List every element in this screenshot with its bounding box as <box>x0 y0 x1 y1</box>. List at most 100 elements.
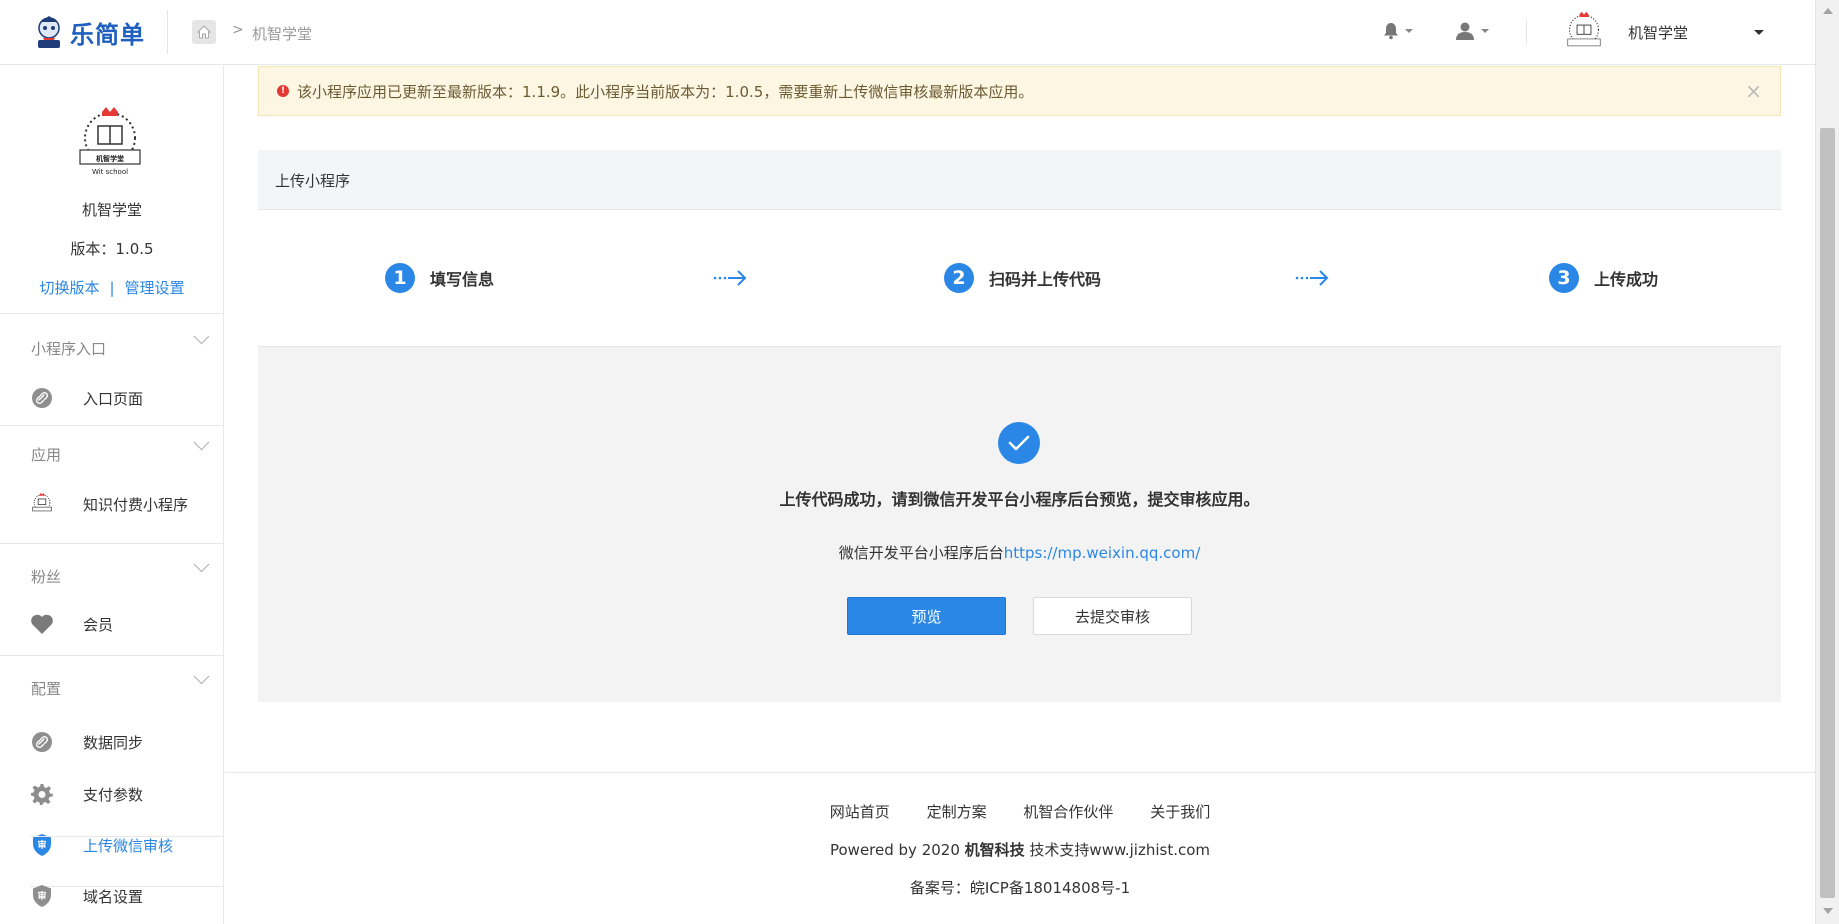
heart-icon <box>30 612 54 636</box>
sidebar-item-upload-wechat-review[interactable]: 审 上传微信审核 <box>30 823 224 867</box>
footer-icp: 备案号：皖ICP备18014808号-1 <box>909 879 1131 897</box>
sidebar-item-data-sync[interactable]: 数据同步 <box>30 720 224 764</box>
upload-result-panel: 上传代码成功，请到微信开发平台小程序后台预览，提交审核应用。 微信开发平台小程序… <box>258 347 1781 702</box>
step-arrow-icon <box>713 270 747 286</box>
home-icon <box>196 25 212 39</box>
alert-icon: ! <box>277 85 289 97</box>
close-icon[interactable]: × <box>1745 79 1762 103</box>
panel-header: 上传小程序 <box>258 150 1781 210</box>
breadcrumb-separator: > <box>232 22 244 38</box>
notifications-dropdown[interactable] <box>1383 22 1413 40</box>
step-scan-upload: 2 扫码并上传代码 <box>944 263 1101 293</box>
upload-steps: 1 填写信息 2 扫码并上传代码 3 上传成功 <box>258 210 1781 347</box>
sidebar-app-version: 版本：1.0.5 <box>70 240 154 258</box>
sidebar-item-knowledge-app[interactable]: 知识付费小程序 <box>30 482 224 526</box>
link-icon <box>30 386 54 410</box>
account-name: 机智学堂 <box>1628 23 1689 42</box>
emblem-caption: 机智学堂 <box>96 154 124 163</box>
sidebar-links: 切换版本 | 管理设置 <box>0 277 224 298</box>
footer-link-custom-plan[interactable]: 定制方案 <box>927 803 987 821</box>
switch-version-link[interactable]: 切换版本 <box>39 279 99 297</box>
preview-button[interactable]: 预览 <box>847 597 1006 635</box>
home-button[interactable] <box>192 20 216 44</box>
sidebar-group-title[interactable]: 粉丝 <box>31 566 61 587</box>
sidebar-divider <box>30 836 224 837</box>
step-number: 2 <box>944 263 974 293</box>
step-upload-success: 3 上传成功 <box>1549 263 1658 293</box>
gear-icon <box>30 782 54 806</box>
wechat-backend-link[interactable]: https://mp.weixin.qq.com/ <box>1004 544 1201 562</box>
chevron-down-icon[interactable] <box>193 668 210 685</box>
sidebar-item-members[interactable]: 会员 <box>30 602 224 646</box>
sidebar-item-payment-params[interactable]: 支付参数 <box>30 772 224 816</box>
shield-icon: 审 <box>30 884 54 908</box>
chevron-down-icon[interactable] <box>193 556 210 573</box>
powered-prefix: Powered by 2020 <box>829 841 965 859</box>
sidebar-item-label: 支付参数 <box>83 785 144 804</box>
scroll-up-icon[interactable] <box>1823 8 1833 14</box>
sidebar-item-domain-settings[interactable]: 审 域名设置 <box>30 874 224 918</box>
footer-link-partners[interactable]: 机智合作伙伴 <box>1023 803 1113 821</box>
app-avatar <box>1567 11 1601 47</box>
submit-review-button[interactable]: 去提交审核 <box>1033 597 1192 635</box>
sidebar-group-title[interactable]: 配置 <box>31 678 61 699</box>
sidebar-group-title[interactable]: 小程序入口 <box>31 338 106 359</box>
brand-logo[interactable]: 乐简单 <box>32 14 145 50</box>
check-icon <box>998 422 1040 464</box>
page-footer: 网站首页 定制方案 机智合作伙伴 关于我们 Powered by 2020 机智… <box>225 772 1815 924</box>
sidebar-item-label: 上传微信审核 <box>83 836 174 855</box>
svg-text:审: 审 <box>37 839 46 851</box>
powered-suffix: 技术支持www.jizhist.com <box>1024 841 1211 859</box>
step-number: 3 <box>1549 263 1579 293</box>
link-separator: | <box>109 279 115 297</box>
sidebar-item-label: 数据同步 <box>83 733 144 752</box>
footer-link-about[interactable]: 关于我们 <box>1150 803 1210 821</box>
breadcrumb-current[interactable]: 机智学堂 <box>252 23 312 44</box>
footer-link-home[interactable]: 网站首页 <box>830 803 890 821</box>
sidebar-group-apps: 应用 知识付费小程序 <box>0 425 224 543</box>
user-menu-dropdown[interactable] <box>1455 21 1489 41</box>
account-caret-icon[interactable] <box>1754 30 1764 35</box>
step-number: 1 <box>385 263 415 293</box>
account-switcher[interactable]: 机智学堂 <box>1562 10 1688 54</box>
footer-links: 网站首页 定制方案 机智合作伙伴 关于我们 <box>225 801 1815 822</box>
scroll-thumb[interactable] <box>1820 128 1835 898</box>
svg-text:审: 审 <box>37 890 46 902</box>
scroll-down-icon[interactable] <box>1823 908 1833 914</box>
bell-icon <box>1384 23 1398 40</box>
powered-company: 机智科技 <box>964 841 1025 859</box>
mascot-icon <box>38 16 60 48</box>
logo-text: 乐简单 <box>70 20 145 49</box>
header-divider <box>167 10 168 54</box>
step-label: 填写信息 <box>430 270 495 289</box>
app-window: 乐简单 > 机智学堂 机智学堂 机智学堂 Wit school 机智学堂 版本：… <box>0 0 1839 924</box>
footer-powered-by: Powered by 2020 机智科技 技术支持www.jizhist.com <box>225 839 1815 860</box>
sidebar-app-name: 机智学堂 <box>81 201 142 219</box>
step-fill-info: 1 填写信息 <box>385 263 494 293</box>
emblem-subcaption: Wit school <box>92 168 128 176</box>
app-logo-emblem: 机智学堂 Wit school <box>79 107 141 176</box>
step-arrow-icon <box>1295 270 1329 286</box>
page-scrollbar[interactable] <box>1815 0 1839 924</box>
manage-settings-link[interactable]: 管理设置 <box>125 279 185 297</box>
sidebar-group-config: 配置 数据同步 支付参数 审 上传微信审核 审 域名设置 <box>0 655 224 924</box>
notice-text: 该小程序应用已更新至最新版本：1.1.9。此小程序当前版本为：1.0.5，需要重… <box>297 82 1034 101</box>
chevron-down-icon[interactable] <box>193 328 210 345</box>
sidebar: 机智学堂 Wit school 机智学堂 版本：1.0.5 切换版本 | 管理设置 … <box>0 66 224 924</box>
result-message: 上传代码成功，请到微信开发平台小程序后台预览，提交审核应用。 <box>779 490 1260 509</box>
panel-title: 上传小程序 <box>275 172 351 190</box>
wechat-backend-row: 微信开发平台小程序后台https://mp.weixin.qq.com/ <box>258 542 1781 563</box>
sidebar-group-title[interactable]: 应用 <box>31 444 61 465</box>
sidebar-item-label: 知识付费小程序 <box>83 495 189 514</box>
chevron-down-icon <box>1405 29 1413 33</box>
link-icon <box>30 730 54 754</box>
step-label: 扫码并上传代码 <box>989 270 1102 289</box>
user-icon <box>1456 22 1474 40</box>
chevron-down-icon[interactable] <box>193 434 210 451</box>
header-divider <box>1526 20 1527 44</box>
chevron-down-icon <box>1481 29 1489 33</box>
app-emblem-icon <box>30 492 54 516</box>
sidebar-item-entry-page[interactable]: 入口页面 <box>30 376 224 420</box>
sidebar-item-label: 会员 <box>83 615 114 634</box>
top-header: 乐简单 > 机智学堂 机智学堂 <box>0 0 1815 65</box>
